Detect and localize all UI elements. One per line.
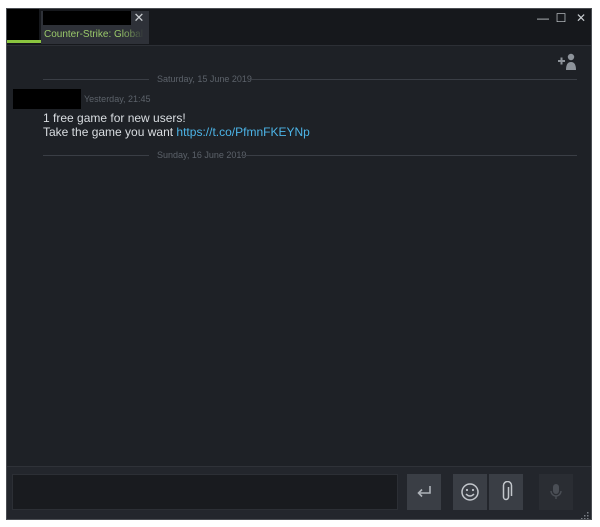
friend-name-redacted: [43, 11, 131, 25]
message-link[interactable]: https://t.co/PfmnFKEYNp: [176, 125, 309, 139]
attach-button[interactable]: [489, 474, 523, 510]
message-text-line-1: 1 free game for new users!: [43, 111, 186, 125]
message-timestamp: Yesterday, 21:45: [84, 94, 151, 104]
emoji-button[interactable]: [453, 474, 487, 510]
microphone-icon: [550, 484, 562, 499]
voice-button[interactable]: [539, 474, 573, 510]
smiley-icon: [461, 483, 479, 501]
date-divider-label: Saturday, 15 June 2019: [157, 74, 252, 84]
message-text-line-2: Take the game you want https://t.co/Pfmn…: [43, 125, 310, 139]
send-button[interactable]: [407, 474, 441, 510]
tab-close-icon[interactable]: ✕: [132, 11, 146, 25]
sender-name-redacted[interactable]: [13, 89, 81, 109]
title-bar: ✕ Counter-Strike: Global Offensive — ☐ ✕: [7, 9, 591, 45]
tab-game-status: Counter-Strike: Global Offensive: [44, 28, 144, 42]
window-close-icon[interactable]: ✕: [572, 10, 590, 26]
active-tab-indicator: [7, 40, 41, 43]
chat-window: ✕ Counter-Strike: Global Offensive — ☐ ✕…: [6, 8, 592, 520]
add-friend-icon[interactable]: [556, 52, 578, 72]
message-text-prefix: Take the game you want: [43, 125, 177, 139]
maximize-icon[interactable]: ☐: [552, 10, 570, 26]
date-divider: Saturday, 15 June 2019: [43, 72, 577, 86]
friend-avatar-redacted[interactable]: [7, 9, 39, 41]
message-input-bar: [7, 466, 591, 520]
resize-grip-icon[interactable]: [579, 510, 589, 520]
paperclip-icon: [502, 481, 513, 501]
chat-history[interactable]: Saturday, 15 June 2019 Yesterday, 21:45 …: [7, 46, 591, 466]
chat-tab[interactable]: ✕ Counter-Strike: Global Offensive: [41, 11, 149, 44]
date-divider: Sunday, 16 June 2019: [43, 148, 577, 162]
enter-arrow-icon: [417, 486, 431, 498]
date-divider-label: Sunday, 16 June 2019: [157, 150, 247, 160]
minimize-icon[interactable]: —: [534, 10, 552, 26]
message-input[interactable]: [12, 474, 398, 510]
